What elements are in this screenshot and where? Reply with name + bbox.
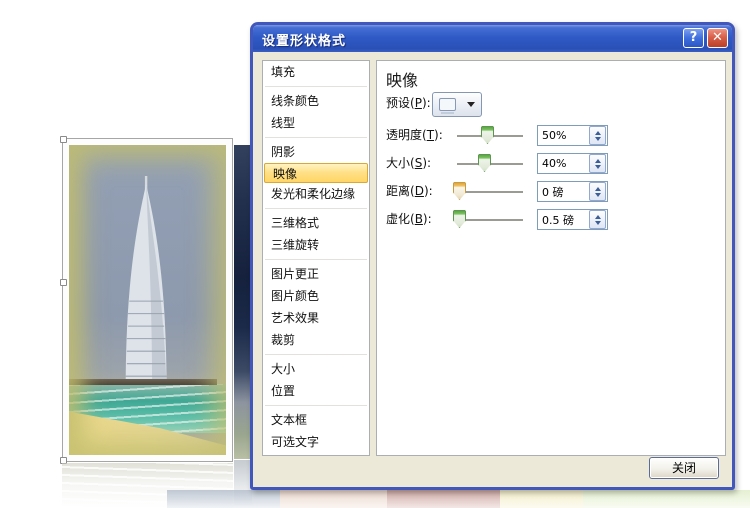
sidebar-item-picture-color[interactable]: 图片颜色 xyxy=(263,285,369,307)
sidebar-item-line-style[interactable]: 线型 xyxy=(263,112,369,134)
distance-slider[interactable] xyxy=(453,179,523,205)
size-spinner[interactable]: 40% xyxy=(537,153,608,174)
reflection-preset-icon xyxy=(439,98,456,114)
spinner-buttons[interactable] xyxy=(589,210,606,229)
selection-handle[interactable] xyxy=(60,279,67,286)
spinner-buttons[interactable] xyxy=(589,126,606,145)
sidebar-item-line-color[interactable]: 线条颜色 xyxy=(263,90,369,112)
spin-down-icon xyxy=(594,220,601,225)
distance-row: 距离(D): 0 磅 xyxy=(377,179,725,205)
distance-label: 距离(D): xyxy=(386,184,433,198)
divider xyxy=(265,354,367,355)
photo-strip-reflection xyxy=(167,490,280,508)
sidebar-item-size[interactable]: 大小 xyxy=(263,358,369,380)
photo-strip-reflection xyxy=(583,490,750,508)
size-value: 40% xyxy=(542,157,567,170)
sidebar-item-position[interactable]: 位置 xyxy=(263,380,369,402)
spin-down-icon xyxy=(594,192,601,197)
close-icon: ✕ xyxy=(712,30,723,45)
slider-thumb[interactable] xyxy=(453,182,466,200)
slider-track[interactable] xyxy=(457,219,523,222)
spin-down-icon xyxy=(594,136,601,141)
photo-strip-reflection xyxy=(387,490,500,508)
divider xyxy=(265,86,367,87)
category-list: 填充 线条颜色 线型 阴影 映像 发光和柔化边缘 三维格式 三维旋转 图片更正 … xyxy=(262,60,370,456)
spin-up-icon xyxy=(594,158,601,163)
size-label: 大小(S): xyxy=(386,156,432,170)
photo-strip-reflection xyxy=(500,490,583,508)
spin-up-icon xyxy=(594,214,601,219)
preset-label: 预设(P): xyxy=(386,96,431,110)
picture-object[interactable] xyxy=(60,136,233,464)
reflection-panel: 映像 预设(P): 透明度(T): 50% 大小(S): 40% 距离(D): … xyxy=(376,60,726,456)
sidebar-item-shadow[interactable]: 阴影 xyxy=(263,141,369,163)
transparency-row: 透明度(T): 50% xyxy=(377,123,725,149)
slider-track[interactable] xyxy=(457,191,523,194)
close-button[interactable]: 关闭 xyxy=(649,457,719,479)
help-button[interactable]: ? xyxy=(683,28,704,48)
slider-thumb[interactable] xyxy=(453,210,466,228)
question-icon: ? xyxy=(689,30,698,45)
photo-strip-reflection xyxy=(280,490,387,508)
sidebar-item-3d-rotation[interactable]: 三维旋转 xyxy=(263,234,369,256)
sidebar-item-alt-text[interactable]: 可选文字 xyxy=(263,431,369,453)
panel-heading: 映像 xyxy=(386,71,419,90)
spin-up-icon xyxy=(594,130,601,135)
transparency-spinner[interactable]: 50% xyxy=(537,125,608,146)
divider xyxy=(265,208,367,209)
format-shape-dialog: 设置形状格式 ? ✕ 填充 线条颜色 线型 阴影 映像 发光和柔化边缘 三维格式… xyxy=(250,22,735,490)
divider xyxy=(265,137,367,138)
titlebar-close-button[interactable]: ✕ xyxy=(707,28,728,48)
blur-value: 0.5 磅 xyxy=(542,213,574,227)
soft-edge-glow xyxy=(69,145,226,455)
photo-burj-al-arab xyxy=(69,145,226,455)
distance-value: 0 磅 xyxy=(542,185,564,199)
chevron-down-icon xyxy=(467,102,475,107)
slide-canvas: 设置形状格式 ? ✕ 填充 线条颜色 线型 阴影 映像 发光和柔化边缘 三维格式… xyxy=(0,0,750,508)
sidebar-item-3d-format[interactable]: 三维格式 xyxy=(263,212,369,234)
blur-row: 虚化(B): 0.5 磅 xyxy=(377,207,725,233)
sidebar-item-crop[interactable]: 裁剪 xyxy=(263,329,369,351)
divider xyxy=(265,259,367,260)
dialog-titlebar[interactable]: 设置形状格式 ? ✕ xyxy=(253,25,732,52)
slider-thumb[interactable] xyxy=(478,154,491,172)
sidebar-item-text-box[interactable]: 文本框 xyxy=(263,409,369,431)
preset-dropdown[interactable] xyxy=(432,92,482,117)
sidebar-item-picture-corrections[interactable]: 图片更正 xyxy=(263,263,369,285)
sidebar-item-fill[interactable]: 填充 xyxy=(263,61,369,83)
transparency-slider[interactable] xyxy=(457,123,523,149)
selection-handle[interactable] xyxy=(60,136,67,143)
spin-up-icon xyxy=(594,186,601,191)
divider xyxy=(265,405,367,406)
size-row: 大小(S): 40% xyxy=(377,151,725,177)
spin-down-icon xyxy=(594,164,601,169)
size-slider[interactable] xyxy=(457,151,523,177)
blur-label: 虚化(B): xyxy=(386,212,432,226)
spinner-buttons[interactable] xyxy=(589,182,606,201)
blur-spinner[interactable]: 0.5 磅 xyxy=(537,209,608,230)
distance-spinner[interactable]: 0 磅 xyxy=(537,181,608,202)
slider-thumb[interactable] xyxy=(481,126,494,144)
dialog-title: 设置形状格式 xyxy=(262,34,347,49)
sidebar-item-artistic-effects[interactable]: 艺术效果 xyxy=(263,307,369,329)
spinner-buttons[interactable] xyxy=(589,154,606,173)
blur-slider[interactable] xyxy=(453,207,523,233)
sidebar-item-reflection[interactable]: 映像 xyxy=(264,163,368,183)
sidebar-item-glow-soft-edges[interactable]: 发光和柔化边缘 xyxy=(263,183,369,205)
transparency-label: 透明度(T): xyxy=(386,128,443,142)
transparency-value: 50% xyxy=(542,129,567,142)
